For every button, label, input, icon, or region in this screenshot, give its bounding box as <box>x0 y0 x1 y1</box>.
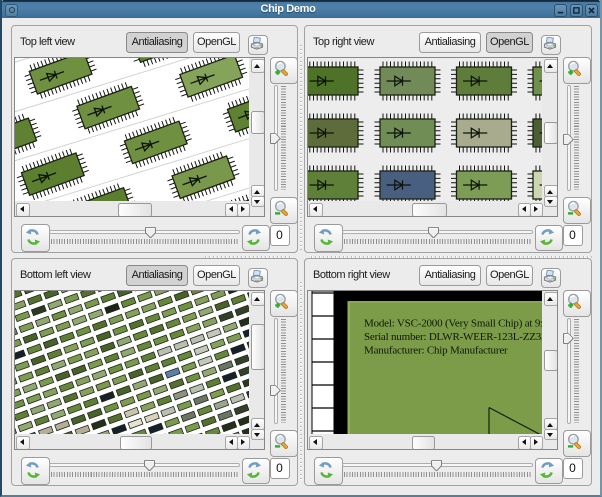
svg-text:Model: VSC-2000 (Very Small Ch: Model: VSC-2000 (Very Small Chip) at 9x <box>364 318 542 330</box>
svg-text:Manufacturer: Chip Manufacture: Manufacturer: Chip Manufacturer <box>364 345 508 357</box>
svg-text:Serial number: DLWR-WEER-123L-: Serial number: DLWR-WEER-123L-ZZ33- <box>364 331 542 343</box>
